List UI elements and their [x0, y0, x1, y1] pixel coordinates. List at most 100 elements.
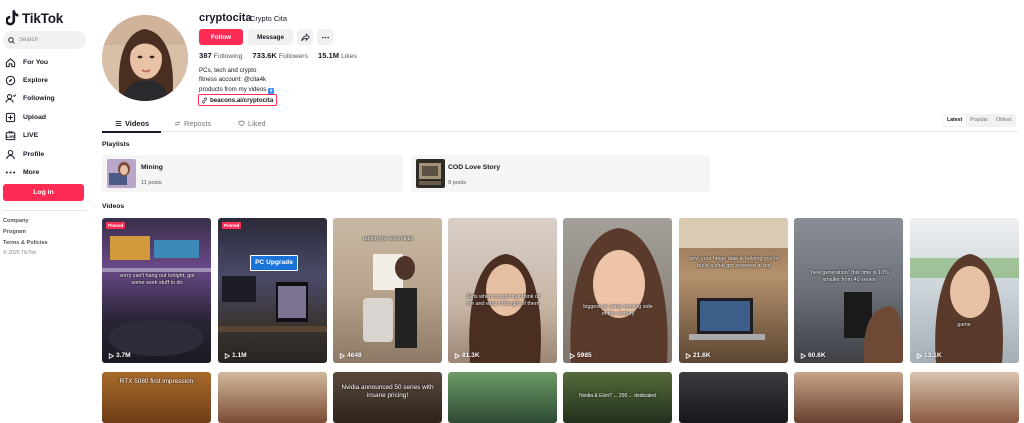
- footer-link-terms[interactable]: Terms & Policies: [3, 240, 48, 251]
- bio-link[interactable]: beacons.ai/cryptocita: [198, 94, 278, 106]
- sidebar-item-for-you[interactable]: For You: [4, 53, 88, 71]
- tab-label: Reposts: [184, 119, 212, 128]
- video-card[interactable]: RTX 5080 first impression: [102, 372, 211, 423]
- playlist-card-cod-love-story[interactable]: COD Love Story 9 posts: [411, 155, 710, 192]
- compass-icon: [5, 75, 16, 86]
- video-thumbnail-scene: [570, 228, 668, 363]
- footer-link-program[interactable]: Program: [3, 229, 48, 240]
- avatar[interactable]: [102, 15, 188, 101]
- playlist-thumbnail: [416, 159, 445, 188]
- more-options-button[interactable]: [317, 29, 333, 45]
- view-count-value: 13.1K: [924, 352, 942, 359]
- playlist-thumbnail: [107, 159, 136, 188]
- video-card[interactable]: Nvidia announced 50 series with insane p…: [333, 372, 442, 423]
- view-count: 5985: [569, 352, 592, 359]
- video-thumbnail: [910, 372, 1019, 423]
- search-input[interactable]: [19, 37, 79, 43]
- bio-link-text: beacons.ai/cryptocita: [210, 96, 274, 104]
- following-stat[interactable]: 387 Following: [199, 51, 242, 60]
- sort-popular[interactable]: Popular: [966, 115, 992, 126]
- view-count: 21.6K: [685, 352, 711, 359]
- playlist-name: Mining: [141, 164, 163, 171]
- video-card[interactable]: "new generation" this time is 10% smalle…: [794, 218, 903, 363]
- bio-line: products from my videos ⬇: [199, 85, 275, 94]
- video-title-badge: PC Upgrade: [250, 255, 298, 271]
- video-card[interactable]: Girls when brands that think of me and w…: [448, 218, 557, 363]
- view-count: 13.1K: [916, 352, 942, 359]
- down-arrow-emoji-icon: ⬇: [268, 87, 275, 94]
- search-bar[interactable]: [3, 31, 86, 49]
- pinned-badge: Pinned: [222, 222, 242, 229]
- sidebar-item-live[interactable]: LIVE LIVE: [4, 127, 88, 145]
- profile-username: cryptocita: [199, 12, 252, 24]
- video-caption: pov: your hinge date is helping you to b…: [689, 256, 779, 269]
- view-count-value: 60.6K: [808, 352, 826, 359]
- follow-button[interactable]: Follow: [199, 29, 243, 45]
- view-count-value: 81.3K: [462, 352, 480, 359]
- likes-stat: 15.1M Likes: [318, 51, 357, 60]
- followers-stat[interactable]: 733.6K Followers: [252, 51, 308, 60]
- video-caption: sorry can't hang out tonight, got some w…: [119, 273, 195, 286]
- video-card[interactable]: Nvidia & Elon? ... 200 ... dedicated: [563, 372, 672, 423]
- sort-oldest[interactable]: Oldest: [992, 115, 1015, 126]
- playlist-card-mining[interactable]: Mining 11 posts: [102, 155, 403, 192]
- video-card[interactable]: rapidly the essentials 4648: [333, 218, 442, 363]
- play-icon: [339, 352, 345, 359]
- video-caption: Nvidia announced 50 series with insane p…: [341, 384, 434, 399]
- share-button[interactable]: [297, 29, 313, 45]
- tiktok-logo[interactable]: TikTok: [6, 9, 63, 27]
- message-button[interactable]: Message: [248, 29, 293, 45]
- footer-link-company[interactable]: Company: [3, 218, 48, 229]
- video-card[interactable]: [218, 372, 327, 423]
- play-icon: [108, 352, 114, 359]
- likes-label: Likes: [341, 53, 357, 60]
- video-card[interactable]: pov: your hinge date is helping you to b…: [679, 218, 788, 363]
- profile-icon: [6, 149, 15, 159]
- sidebar-item-upload[interactable]: Upload: [4, 108, 88, 126]
- video-card[interactable]: Pinned PC Upgrade 1.1M: [218, 218, 327, 363]
- login-button[interactable]: Log in: [3, 184, 84, 201]
- sidebar-item-label: Upload: [23, 113, 47, 121]
- bio-line-text: products from my videos: [199, 85, 267, 93]
- footer-links: Company Program Terms & Policies © 2025 …: [3, 218, 48, 261]
- likes-count: 15.1M: [317, 51, 340, 60]
- copyright-text: © 2025 TikTok: [3, 250, 36, 257]
- play-icon: [685, 352, 691, 359]
- sidebar-item-label: More: [23, 169, 40, 177]
- video-thumbnail: [448, 372, 557, 423]
- video-card[interactable]: [448, 372, 557, 423]
- tab-videos[interactable]: Videos: [115, 116, 149, 131]
- video-card[interactable]: biggest pc setup moving side of the cent…: [563, 218, 672, 363]
- video-thumbnail-scene: [910, 254, 1019, 363]
- video-thumbnail-scene: [218, 276, 327, 332]
- video-card[interactable]: [794, 372, 903, 423]
- video-card[interactable]: [679, 372, 788, 423]
- sort-latest[interactable]: Latest: [943, 115, 967, 126]
- bio-line: PCs, tech and crypto: [199, 67, 257, 74]
- ellipsis-icon: [321, 36, 329, 38]
- video-card[interactable]: game 13.1K: [910, 218, 1019, 363]
- following-icon: [5, 94, 16, 104]
- playlist-thumbnail-image: [416, 159, 445, 188]
- video-card[interactable]: [910, 372, 1019, 423]
- view-count-value: 5985: [577, 352, 592, 359]
- play-icon: [569, 352, 575, 359]
- video-card[interactable]: Pinned sorry can't hang out tonight, got…: [102, 218, 211, 363]
- view-count: 3.7M: [108, 352, 131, 359]
- share-icon: [300, 32, 310, 41]
- video-caption: Girls when brands that think of me and w…: [466, 294, 540, 307]
- playlists-heading: Playlists: [102, 141, 130, 148]
- view-count-value: 1.1M: [232, 352, 247, 359]
- video-thumbnail-scene: [844, 292, 903, 363]
- sidebar-item-explore[interactable]: Explore: [4, 71, 88, 89]
- video-thumbnail: [679, 372, 788, 423]
- view-count-value: 3.7M: [116, 352, 131, 359]
- tab-reposts[interactable]: Reposts: [174, 116, 211, 131]
- home-icon: [5, 57, 16, 67]
- search-icon: [8, 36, 15, 44]
- bio-line: fitness account: @cita4k: [199, 76, 267, 84]
- sidebar-item-following[interactable]: Following: [4, 90, 88, 108]
- sidebar-item-profile[interactable]: Profile: [4, 145, 88, 163]
- sidebar-item-more[interactable]: More: [4, 163, 88, 181]
- tab-liked[interactable]: Liked: [238, 116, 266, 131]
